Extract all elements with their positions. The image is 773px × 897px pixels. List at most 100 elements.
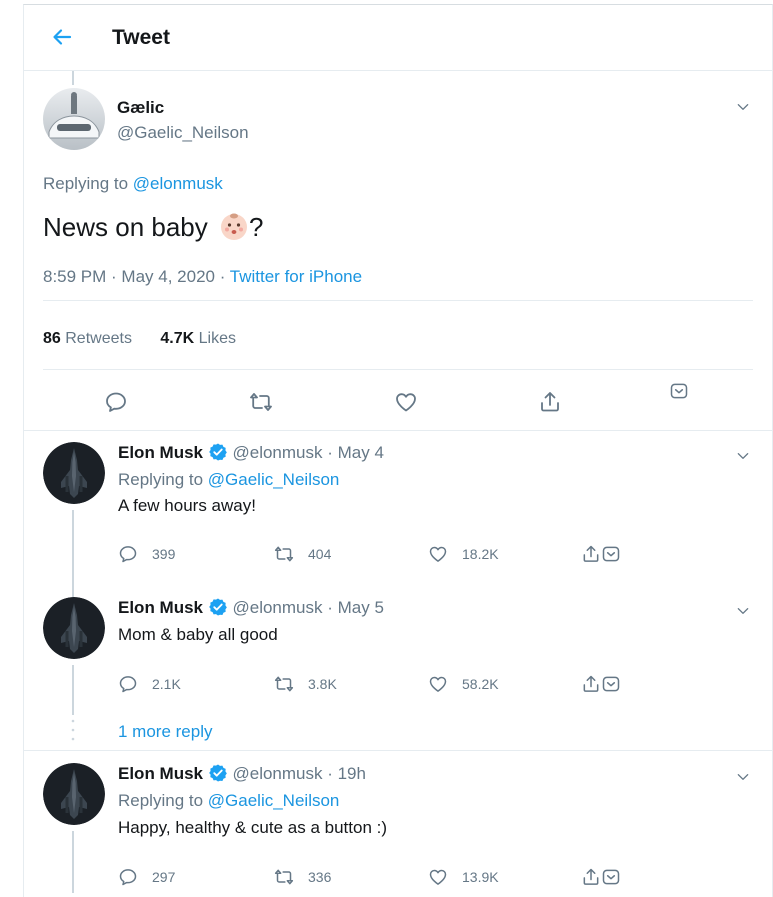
thread-line: [72, 510, 74, 601]
retweet-icon: [274, 674, 294, 694]
reply-button[interactable]: 2.1K: [118, 673, 181, 695]
reply-count: 297: [152, 869, 176, 885]
retweet-icon: [274, 544, 294, 564]
like-count: 58.2K: [462, 676, 499, 692]
verified-badge-icon: [208, 442, 228, 462]
bookmark-icon[interactable]: [601, 544, 621, 564]
tweet-text: News on baby ?: [43, 211, 263, 243]
reply-count: 2.1K: [152, 676, 181, 692]
chevron-down-icon[interactable]: [735, 769, 751, 785]
show-more-replies-link[interactable]: 1 more reply: [118, 722, 212, 742]
author-handle[interactable]: @elonmusk · May 4: [232, 443, 383, 462]
author-handle[interactable]: @elonmusk · 19h: [232, 764, 366, 783]
replying-to: Replying to @elonmusk: [43, 174, 223, 194]
replying-prefix: Replying to: [118, 791, 208, 810]
share-icon[interactable]: [581, 544, 601, 564]
avatar-image: [43, 88, 105, 150]
verified-badge-icon: [208, 597, 228, 617]
replying-link[interactable]: @Gaelic_Neilson: [208, 791, 340, 810]
tweet-page: Tweet Gælic @Gaelic_Neilson Replying to …: [23, 4, 773, 897]
divider: [24, 750, 772, 751]
like-button[interactable]: 58.2K: [428, 673, 499, 695]
tweet-source[interactable]: Twitter for iPhone: [230, 267, 362, 286]
likes-count: 4.7K: [160, 330, 195, 347]
author-handle[interactable]: @elonmusk · May 5: [232, 598, 383, 617]
replying-link[interactable]: @Gaelic_Neilson: [208, 470, 340, 489]
reply-icon[interactable]: [104, 390, 128, 414]
chevron-down-icon[interactable]: [735, 99, 751, 115]
reply-count: 399: [152, 546, 176, 562]
retweet-count: 404: [308, 546, 332, 562]
author-name[interactable]: Gælic: [117, 98, 164, 118]
like-icon: [428, 544, 448, 564]
retweet-icon[interactable]: [249, 390, 273, 414]
reply-icon: [118, 674, 138, 694]
author-name[interactable]: Elon Musk: [118, 764, 203, 783]
likes-label: Likes: [194, 330, 236, 347]
divider: [43, 369, 753, 370]
page-header: Tweet: [24, 5, 772, 71]
retweet-count: 3.8K: [308, 676, 337, 692]
baby-emoji-icon: [221, 213, 247, 240]
retweet-button[interactable]: 3.8K: [274, 673, 337, 695]
chevron-down-icon[interactable]: [735, 603, 751, 619]
like-icon: [428, 674, 448, 694]
replying-link[interactable]: @elonmusk: [133, 174, 223, 193]
like-button[interactable]: 18.2K: [428, 543, 499, 565]
retweet-button[interactable]: 404: [274, 543, 331, 565]
divider: [43, 300, 753, 301]
tweet-meta: 8:59 PM · May 4, 2020 · Twitter for iPho…: [43, 267, 362, 287]
thread-line: [72, 665, 74, 715]
replying-to: Replying to @Gaelic_Neilson: [118, 791, 339, 811]
avatar[interactable]: [43, 442, 105, 504]
tweet-time[interactable]: 8:59 PM · May 4, 2020 ·: [43, 267, 230, 286]
verified-badge-icon: [208, 763, 228, 783]
retweet-count: 336: [308, 869, 332, 885]
like-count: 18.2K: [462, 546, 499, 562]
reply-text: Happy, healthy & cute as a button :): [118, 818, 388, 837]
reply-icon: [118, 867, 138, 887]
author-name[interactable]: Elon Musk: [118, 598, 203, 617]
replying-prefix: Replying to: [43, 174, 133, 193]
like-icon[interactable]: [394, 390, 418, 414]
thread-line: [72, 831, 74, 893]
like-button[interactable]: 13.9K: [428, 866, 499, 888]
share-icon[interactable]: [538, 390, 562, 414]
avatar[interactable]: [43, 597, 105, 659]
share-icon[interactable]: [581, 674, 601, 694]
bookmark-icon[interactable]: [601, 867, 621, 887]
chevron-down-icon[interactable]: [735, 448, 751, 464]
reply-author: Elon Musk @elonmusk · 19h: [118, 763, 366, 784]
retweet-button[interactable]: 336: [274, 866, 331, 888]
author-handle[interactable]: @Gaelic_Neilson: [117, 123, 249, 143]
like-count: 13.9K: [462, 869, 499, 885]
back-arrow-icon[interactable]: [50, 25, 74, 49]
avatar[interactable]: [43, 763, 105, 825]
reply-button[interactable]: 399: [118, 543, 175, 565]
retweets-stat[interactable]: 86 Retweets: [43, 330, 132, 347]
retweet-icon: [274, 867, 294, 887]
tweet-text-suffix: ?: [249, 212, 264, 242]
tweet-text-body: News on baby: [43, 212, 208, 242]
replying-to: Replying to @Gaelic_Neilson: [118, 470, 339, 490]
avatar[interactable]: [43, 88, 105, 150]
bookmark-icon[interactable]: [601, 674, 621, 694]
reply-author: Elon Musk @elonmusk · May 5: [118, 597, 384, 618]
share-icon[interactable]: [581, 867, 601, 887]
reply-icon: [118, 544, 138, 564]
tweet-stats: 86 Retweets 4.7K Likes: [43, 330, 236, 348]
bookmark-icon[interactable]: [669, 381, 689, 401]
replying-prefix: Replying to: [118, 470, 208, 489]
reply-button[interactable]: 297: [118, 866, 175, 888]
likes-stat[interactable]: 4.7K Likes: [160, 330, 236, 347]
thread-dots-icon: [71, 719, 75, 741]
retweets-count: 86: [43, 330, 61, 347]
retweets-label: Retweets: [60, 330, 132, 347]
reply-text: A few hours away!: [118, 496, 256, 515]
reply-author: Elon Musk @elonmusk · May 4: [118, 442, 384, 463]
thread-line: [72, 71, 74, 85]
like-icon: [428, 867, 448, 887]
page-title: Tweet: [112, 26, 170, 49]
author-name[interactable]: Elon Musk: [118, 443, 203, 462]
divider: [24, 430, 772, 431]
